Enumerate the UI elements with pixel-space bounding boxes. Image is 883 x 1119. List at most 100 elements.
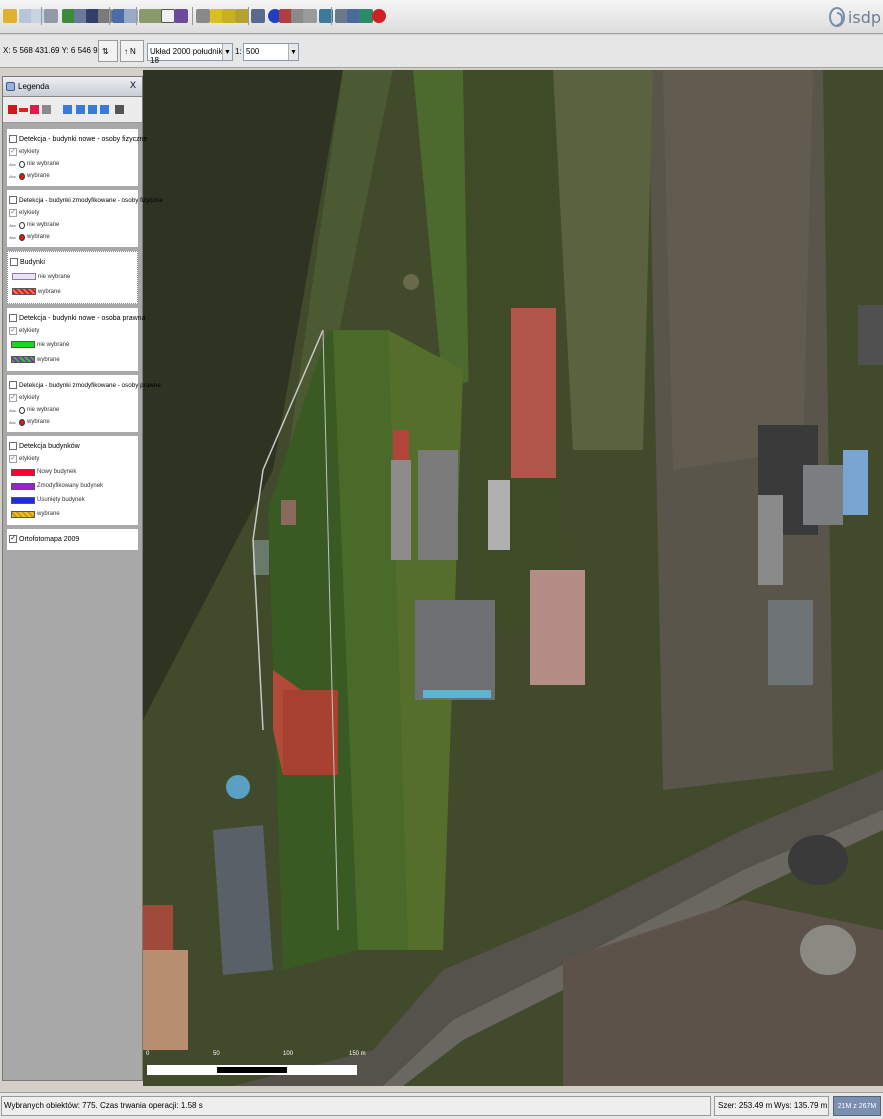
toolbar-separator — [41, 7, 42, 25]
scalebar-label-100: 100 — [283, 1051, 294, 1057]
map-view[interactable]: 0 50 100 150 m — [143, 70, 883, 1086]
legend-titlebar[interactable]: Legenda X — [3, 77, 142, 97]
print-icon[interactable] — [44, 9, 58, 23]
chevron-down-icon[interactable]: ▼ — [222, 44, 232, 60]
legend-layer-row[interactable]: Detekcja - budynki zmodyfikowane - osoby… — [9, 378, 161, 392]
scale-value: 500 — [246, 47, 260, 56]
abc-label: Abc — [9, 222, 16, 228]
legend-layer-row[interactable]: Detekcja - budynki nowe - osoby fizyczne — [9, 132, 147, 146]
legend-layer-row[interactable]: ✓ Ortofotomapa 2009 — [9, 532, 136, 546]
labels-text: etykiety — [19, 456, 40, 462]
layer-group-icon[interactable] — [30, 105, 39, 114]
status-bar: Wybranych obiektów: 775. Czas trwania op… — [0, 1092, 883, 1119]
select-arrow-icon[interactable] — [251, 9, 265, 23]
layer-checkbox[interactable] — [9, 442, 17, 450]
main-toolbar: isdp — [0, 0, 883, 34]
logo-mark-icon — [829, 7, 845, 27]
layer-checkbox[interactable] — [9, 314, 17, 322]
layer-checkbox[interactable]: ✓ — [9, 535, 17, 543]
abc-label: Abc — [9, 419, 16, 425]
legend-layer-row[interactable]: Budynki — [10, 255, 135, 269]
symbol-not-selected-icon — [19, 160, 25, 168]
legend-item: wybrane — [9, 507, 136, 521]
legend-item: wybrane — [10, 284, 135, 299]
abc-label: Abc — [9, 173, 16, 179]
labels-row[interactable]: ✓ etykiety — [9, 146, 136, 158]
crs-select[interactable]: Układ 2000 południk 18 ▼ — [147, 43, 233, 65]
labels-row[interactable]: ✓ etykiety — [9, 207, 136, 219]
open-icon[interactable] — [3, 9, 17, 23]
move-bottom-icon[interactable] — [100, 105, 109, 114]
swatch-selected — [11, 510, 35, 518]
layer-edit-icon[interactable] — [222, 9, 236, 23]
north-button[interactable]: ↑ N — [120, 40, 144, 62]
labels-text: etykiety — [19, 210, 40, 216]
swatch-not-selected — [11, 341, 35, 348]
labels-checkbox[interactable]: ✓ — [9, 148, 17, 156]
layer-props-icon[interactable] — [42, 105, 51, 114]
layer-query-icon[interactable] — [235, 9, 249, 23]
legend-title: Legenda — [18, 82, 50, 91]
labels-checkbox[interactable]: ✓ — [9, 209, 17, 217]
labels-row[interactable]: ✓ etykiety — [9, 453, 136, 465]
legend-group-detection: Detekcja budynków ✓ etykiety Nowy budynek… — [7, 436, 138, 525]
legend-toolbar — [3, 97, 142, 123]
lock-icon[interactable] — [115, 105, 124, 114]
layer-name: Detekcja - budynki nowe - osoby fizyczne — [19, 135, 148, 143]
filter-clear-icon[interactable] — [303, 9, 317, 23]
legend-layer-row[interactable]: Detekcja - budynki nowe - osoba prawna — [9, 311, 145, 325]
toolbar-separator — [136, 7, 137, 25]
symbol-selected-icon — [19, 233, 25, 241]
legend-group-orthophoto: ✓ Ortofotomapa 2009 — [7, 529, 138, 550]
labels-checkbox[interactable]: ✓ — [9, 455, 17, 463]
toolbar-separator — [109, 7, 110, 25]
close-red-icon[interactable] — [372, 9, 386, 23]
add-layer-icon[interactable] — [8, 105, 17, 114]
labels-row[interactable]: ✓ etykiety — [9, 325, 136, 337]
labels-text: etykiety — [19, 395, 40, 401]
scalebar-label-0: 0 — [146, 1051, 150, 1057]
layer-name: Ortofotomapa 2009 — [19, 535, 80, 543]
remove-layer-icon[interactable] — [19, 108, 28, 112]
copy-icon[interactable] — [31, 9, 45, 23]
labels-checkbox[interactable]: ✓ — [9, 394, 17, 402]
orthophoto-map[interactable] — [143, 70, 883, 1086]
chevron-down-icon[interactable]: ▼ — [288, 44, 298, 60]
scale-select[interactable]: 500 ▼ — [243, 43, 299, 61]
move-up-icon[interactable] — [76, 105, 85, 114]
abc-label: Abc — [9, 161, 16, 167]
globe-icon[interactable] — [359, 9, 373, 23]
legend-item: Abc wybrane — [9, 416, 136, 428]
close-icon[interactable]: X — [130, 80, 136, 90]
labels-text: etykiety — [19, 149, 40, 155]
memory-indicator[interactable]: 21M z 267M — [833, 1096, 881, 1116]
layer-checkbox[interactable] — [9, 196, 17, 204]
crs-value: Układ 2000 południk 18 — [150, 47, 223, 65]
abc-label: Abc — [9, 407, 16, 413]
labels-checkbox[interactable]: ✓ — [9, 327, 17, 335]
layer-checkbox[interactable] — [10, 258, 18, 266]
logo-text: isdp — [847, 7, 881, 27]
legend-layer-row[interactable]: Detekcja - budynki zmodyfikowane - osoby… — [9, 193, 163, 207]
layer-checkbox[interactable] — [9, 381, 17, 389]
pan-hand-icon[interactable] — [161, 9, 175, 23]
legend-item: Nowy budynek — [9, 465, 136, 479]
layer-name: Detekcja - budynki zmodyfikowane - osoby… — [19, 196, 163, 204]
legend-item-label: wybrane — [27, 234, 50, 240]
legend-item-label: Nowy budynek — [37, 469, 77, 475]
measure-icon[interactable] — [196, 9, 210, 23]
labels-row[interactable]: ✓ etykiety — [9, 392, 136, 404]
legend-layer-row[interactable]: Detekcja budynków — [9, 439, 136, 453]
legend-icon — [6, 82, 15, 91]
move-top-icon[interactable] — [63, 105, 72, 114]
toolbar-separator — [331, 7, 332, 25]
legend-item: Abc nie wybrane — [9, 219, 136, 231]
zoom-extent-icon[interactable] — [174, 9, 188, 23]
legend-item-label: nie wybrane — [27, 161, 60, 167]
legend-item-label: wybrane — [37, 511, 60, 517]
move-down-icon[interactable] — [88, 105, 97, 114]
snap-coordinates-button[interactable]: ⇅ — [98, 40, 118, 62]
north-arrow-icon: ↑ — [124, 46, 128, 56]
toolbar-separator — [248, 7, 249, 25]
layer-checkbox[interactable] — [9, 135, 17, 143]
